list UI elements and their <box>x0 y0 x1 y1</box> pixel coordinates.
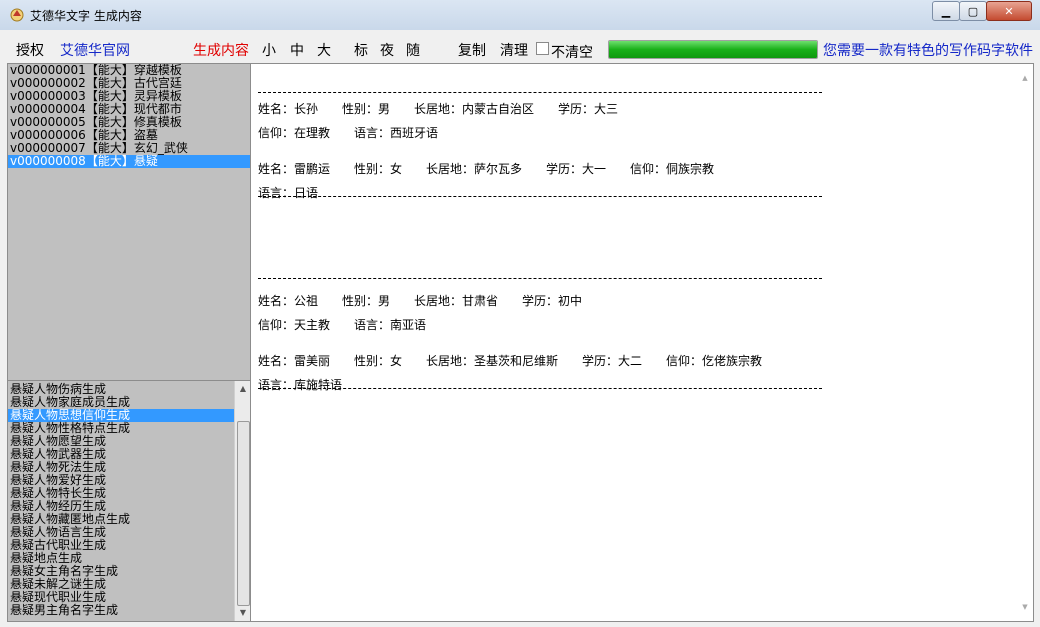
window-controls: ▁ ▢ ✕ <box>932 1 1032 21</box>
slogan-text: 您需要一款有特色的写作码字软件 <box>823 43 1033 59</box>
app-icon <box>10 8 24 22</box>
maximize-icon[interactable]: ▢ <box>959 1 987 21</box>
record-line: 姓名：公祖 性别：男 长居地：甘肃省 学历：初中 <box>258 294 583 308</box>
progress-fill <box>609 41 817 58</box>
record-line: 信仰：天主教 语言：南亚语 <box>258 318 427 332</box>
generator-list[interactable]: 悬疑人物伤病生成 悬疑人物家庭成员生成 悬疑人物思想信仰生成 悬疑人物性格特点生成 悬疑… <box>7 380 252 622</box>
copy-button[interactable]: 复制 <box>458 40 486 60</box>
close-icon[interactable]: ✕ <box>986 1 1032 21</box>
font-large-button[interactable]: 大 <box>317 40 331 60</box>
separator <box>258 196 822 197</box>
content-scrollbar[interactable]: ▲ ▼ <box>1017 64 1033 621</box>
generator-scrollbar[interactable]: ▲ ▼ <box>234 381 251 621</box>
generator-item[interactable]: 悬疑男主角名字生成 <box>8 604 235 617</box>
toolbar: 授权 艾德华官网 生成内容 小 中 大 标 夜 随 复制 清理 不清空 您需要一… <box>0 30 1040 63</box>
night-mode-button[interactable]: 夜 <box>380 40 394 60</box>
record-line: 语言：日语 <box>258 186 319 200</box>
generate-content-button[interactable]: 生成内容 <box>193 40 249 60</box>
auth-button[interactable]: 授权 <box>16 40 44 60</box>
scroll-down-icon[interactable]: ▼ <box>1017 599 1033 615</box>
minimize-icon[interactable]: ▁ <box>932 1 960 21</box>
window-title: 艾德华文字 生成内容 <box>30 9 142 23</box>
record-line: 信仰：在理教 语言：西班牙语 <box>258 126 439 140</box>
clear-button[interactable]: 清理 <box>500 40 528 60</box>
mark-button[interactable]: 标 <box>354 40 368 60</box>
record-line: 语言：库施特语 <box>258 378 343 392</box>
font-small-button[interactable]: 小 <box>262 40 276 60</box>
template-list[interactable]: v000000001【能大】穿越模板 v000000002【能大】古代宫廷 v000… <box>7 63 252 382</box>
no-clear-checkbox[interactable] <box>536 42 549 55</box>
record-line: 姓名：雷美丽 性别：女 长居地：圣基茨和尼维斯 学历：大二 信仰：仡佬族宗教 <box>258 354 763 368</box>
scroll-down-icon[interactable]: ▼ <box>235 605 251 621</box>
separator <box>258 388 822 389</box>
scroll-up-icon[interactable]: ▲ <box>1017 70 1033 86</box>
template-item[interactable]: v000000008【能大】悬疑 <box>8 155 251 168</box>
progress-bar <box>608 40 818 59</box>
content-area[interactable]: 姓名：长孙 性别：男 长居地：内蒙古自治区 学历：大三 信仰：在理教 语言：西班牙… <box>250 63 1034 622</box>
random-button[interactable]: 随 <box>406 40 420 60</box>
title-bar: 艾德华文字 生成内容 ▁ ▢ ✕ <box>0 0 1040 31</box>
font-medium-button[interactable]: 中 <box>290 40 304 60</box>
separator <box>258 92 822 93</box>
scroll-thumb[interactable] <box>237 421 250 606</box>
scroll-up-icon[interactable]: ▲ <box>235 381 251 397</box>
record-line: 姓名：长孙 性别：男 长居地：内蒙古自治区 学历：大三 <box>258 102 619 116</box>
official-site-link[interactable]: 艾德华官网 <box>60 40 130 60</box>
no-clear-label: 不清空 <box>551 45 593 61</box>
separator <box>258 278 822 279</box>
record-line: 姓名：雷鹏运 性别：女 长居地：萨尔瓦多 学历：大一 信仰：侗族宗教 <box>258 162 715 176</box>
